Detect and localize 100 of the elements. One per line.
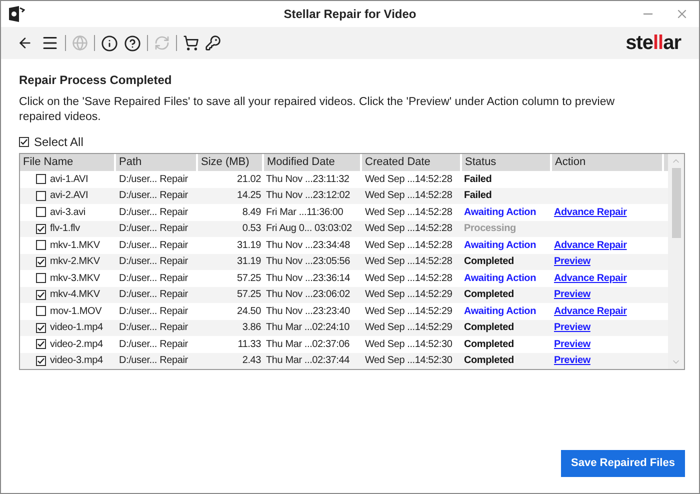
file-name: avi-3.avi: [50, 206, 86, 220]
brand-logo-text: ste: [626, 31, 653, 56]
action-link[interactable]: Advance Repair: [554, 206, 627, 218]
save-repaired-files-button[interactable]: Save Repaired Files: [561, 450, 685, 477]
table-cell-text: 31.19: [236, 255, 262, 270]
file-name: flv-1.flv: [50, 222, 80, 236]
table-cell-text: D:/user... Repair: [118, 354, 189, 368]
table-cell-text: Wed Sep ...14:52:28: [364, 272, 454, 286]
heading: Repair Process Completed: [19, 72, 173, 89]
status-text: Awaiting Action: [463, 206, 538, 220]
action-link[interactable]: Preview: [554, 355, 590, 366]
file-name: mkv-3.MKV: [50, 272, 100, 286]
table-cell-text: Wed Sep ...14:52:28: [364, 238, 454, 253]
back-icon[interactable]: [17, 35, 33, 51]
checkbox[interactable]: [36, 339, 46, 350]
status-text: Awaiting Action: [463, 304, 538, 319]
status-text: Failed: [463, 172, 493, 187]
table-cell-text: D:/user... Repair: [118, 222, 189, 236]
file-name: avi-2.AVI: [50, 189, 88, 204]
table-cell-text: 21.02: [236, 172, 262, 187]
status-text: Processing: [463, 222, 517, 236]
help-icon[interactable]: [124, 34, 141, 52]
brand-logo-text: ar: [663, 31, 681, 56]
checkbox[interactable]: [36, 256, 46, 267]
menu-icon[interactable]: [41, 34, 59, 52]
table-cell-text: Thu Mar ...02:24:10: [265, 321, 350, 336]
file-name: mkv-1.MKV: [50, 238, 100, 253]
file-name: video-2.mp4: [50, 338, 103, 352]
table-cell-text: Wed Sep ...14:52:30: [364, 354, 454, 368]
checkbox[interactable]: [36, 273, 46, 284]
table-cell-text: D:/user... Repair: [118, 304, 189, 319]
table-cell-text: 2.43: [241, 354, 262, 368]
action-link[interactable]: Preview: [554, 256, 590, 268]
table-cell-text: Thu Nov ...23:05:56: [265, 255, 352, 270]
checkbox[interactable]: [36, 322, 46, 333]
status-text: Awaiting Action: [463, 272, 538, 286]
checkbox[interactable]: [36, 356, 46, 366]
checkbox[interactable]: [36, 190, 46, 201]
status-text: Completed: [463, 321, 515, 336]
table-cell-text: 57.25: [236, 288, 262, 302]
table-cell-text: Thu Nov ...23:36:14: [265, 272, 352, 286]
table-cell-text: 57.25: [236, 272, 262, 286]
table-cell-text: 8.49: [241, 206, 262, 220]
status-text: Awaiting Action: [463, 238, 538, 253]
table-cell-text: D:/user... Repair: [118, 238, 189, 253]
table-cell-text: Wed Sep ...14:52:29: [364, 288, 454, 302]
table-cell-text: Wed Sep ...14:52:28: [364, 206, 454, 220]
action-link[interactable]: Advance Repair: [554, 306, 627, 317]
table-cell-text: 14.25: [236, 189, 262, 204]
action-link[interactable]: Preview: [554, 289, 590, 300]
action-link[interactable]: Advance Repair: [554, 272, 627, 284]
table-cell-text: 24.50: [236, 304, 262, 319]
file-name: video-1.mp4: [50, 321, 103, 336]
status-text: Completed: [463, 338, 515, 352]
action-link[interactable]: Advance Repair: [554, 240, 627, 251]
table-cell-text: Thu Nov ...23:11:32: [265, 172, 350, 187]
table-cell-text: Wed Sep ...14:52:28: [364, 222, 454, 236]
table-cell-text: 3.86: [241, 321, 262, 336]
checkbox[interactable]: [36, 174, 46, 184]
checkbox[interactable]: [36, 290, 46, 300]
cart-icon[interactable]: [183, 35, 199, 51]
scrollbar-thumb[interactable]: [672, 168, 680, 238]
table-cell-text: Thu Nov ...23:12:02: [265, 189, 352, 204]
table-cell-text: Thu Nov ...23:34:48: [265, 238, 352, 253]
table-cell-text: Wed Sep ...14:52:29: [364, 321, 454, 336]
status-text: Completed: [463, 255, 515, 270]
action-link[interactable]: Preview: [554, 322, 590, 334]
checkbox[interactable]: [36, 224, 46, 234]
table-cell-text: D:/user... Repair: [118, 338, 189, 352]
file-name: mkv-2.MKV: [50, 255, 100, 270]
table-cell-text: Wed Sep ...14:52:28: [364, 189, 454, 204]
checkbox[interactable]: [36, 207, 46, 218]
table-cell-text: D:/user... Repair: [118, 172, 189, 187]
scrollbar[interactable]: [668, 154, 684, 369]
info-icon[interactable]: [101, 34, 118, 52]
table-cell-text: Wed Sep ...14:52:30: [364, 338, 454, 352]
table-cell-text: 11.33: [236, 338, 262, 352]
status-text: Failed: [463, 189, 493, 204]
action-link[interactable]: Preview: [554, 338, 590, 350]
table-cell-text: D:/user... Repair: [118, 321, 189, 336]
table-cell-text: 0.53: [241, 222, 262, 236]
table-cell-text: D:/user... Repair: [118, 288, 189, 302]
table-cell-text: Thu Nov ...23:23:40: [265, 304, 352, 319]
close-icon[interactable]: [675, 7, 689, 21]
file-name: video-3.mp4: [50, 354, 103, 368]
table-cell-text: Thu Mar ...02:37:06: [265, 338, 350, 352]
table-cell-text: Wed Sep ...14:52:28: [364, 172, 454, 187]
checkbox[interactable]: [36, 306, 46, 316]
instructions: Click on the 'Save Repaired Files' to save all your repaired videos. Click the 'Preview' under Action column to preview repaired videos.: [19, 95, 616, 125]
table-cell-text: D:/user... Repair: [118, 272, 189, 286]
key-icon[interactable]: [205, 35, 221, 51]
table-cell-text: Wed Sep ...14:52:28: [364, 255, 454, 270]
checkbox[interactable]: [36, 240, 46, 250]
file-name: avi-1.AVI: [50, 172, 88, 187]
checkbox[interactable]: [19, 137, 29, 147]
table-cell-text: Thu Mar ...02:37:44: [265, 354, 350, 368]
table-cell-text: 31.19: [236, 238, 262, 253]
table-cell-text: Fri Mar ...11:36:00: [265, 206, 344, 220]
table-cell-text: D:/user... Repair: [118, 189, 189, 204]
select-all-label[interactable]: Select All: [34, 133, 84, 151]
